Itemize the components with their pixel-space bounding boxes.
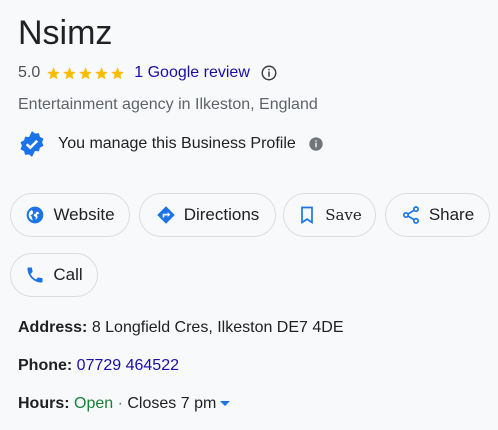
phone-link[interactable]: 07729 464522 — [77, 357, 179, 374]
google-reviews-link[interactable]: 1 Google review — [134, 64, 250, 82]
bookmark-icon — [301, 206, 314, 225]
info-filled-icon[interactable] — [308, 136, 324, 152]
save-button[interactable]: Save — [283, 193, 376, 237]
business-category: Entertainment agency in Ilkeston, Englan… — [18, 96, 318, 113]
directions-button[interactable]: Directions — [139, 193, 276, 237]
info-outline-icon[interactable] — [260, 64, 278, 82]
share-icon — [402, 206, 419, 224]
call-button[interactable]: Call — [10, 253, 98, 297]
hours-label: Hours: — [18, 395, 70, 412]
dropdown-caret-icon[interactable] — [220, 401, 231, 407]
address-row: Address: 8 Longfield Cres, Ilkeston DE7 … — [18, 317, 344, 339]
address-value[interactable]: 8 Longfield Cres, Ilkeston DE7 4DE — [92, 319, 344, 336]
star-rating — [46, 66, 126, 81]
hours-separator: · — [113, 395, 128, 412]
website-button-label: Website — [53, 205, 115, 224]
address-label: Address: — [18, 319, 88, 336]
star-icon — [79, 66, 92, 79]
rating-row: 5.0 1 Google review — [18, 62, 278, 84]
verified-badge-icon — [20, 131, 44, 157]
manage-profile-text: You manage this Business Profile — [58, 135, 296, 152]
call-button-label: Call — [53, 265, 83, 284]
share-button-label: Share — [428, 205, 475, 224]
hours-closes[interactable]: Closes 7 pm — [127, 395, 216, 412]
phone-label: Phone: — [18, 357, 73, 374]
directions-button-label: Directions — [183, 205, 260, 224]
phone-icon — [27, 267, 43, 283]
rating-value: 5.0 — [18, 64, 41, 81]
directions-icon — [156, 206, 175, 224]
manage-profile-row: You manage this Business Profile — [18, 130, 324, 158]
globe-icon — [27, 206, 44, 224]
business-name: Nsimz — [18, 14, 113, 52]
star-icon — [95, 66, 108, 79]
phone-row: Phone: 07729 464522 — [18, 355, 179, 377]
hours-row: Hours: Open · Closes 7 pm — [18, 393, 231, 415]
website-button[interactable]: Website — [10, 193, 130, 237]
star-icon — [47, 66, 60, 79]
share-button[interactable]: Share — [385, 193, 490, 237]
star-icon — [111, 66, 124, 79]
save-button-label: Save — [325, 206, 362, 224]
hours-status: Open — [74, 395, 114, 412]
star-icon — [63, 66, 76, 79]
